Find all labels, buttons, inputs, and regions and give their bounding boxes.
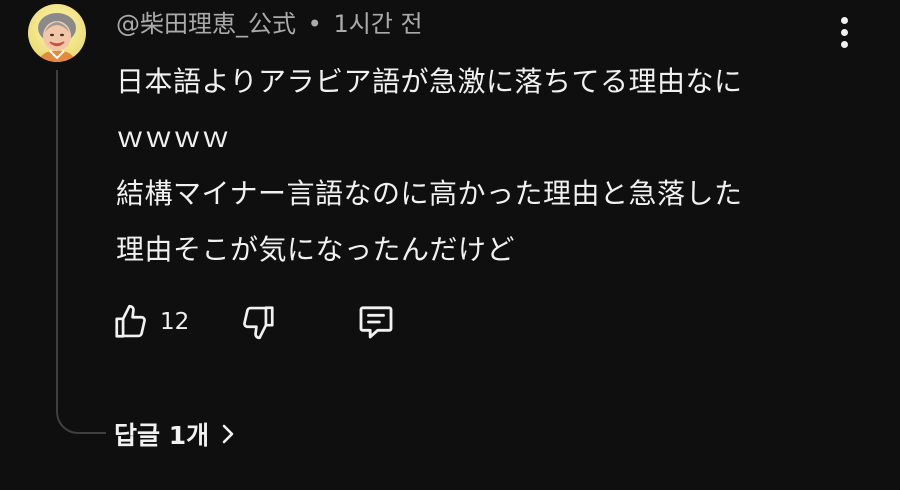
replies-label: 답글 1개 — [114, 421, 210, 450]
comment-text: 日本語よりアラビア語が急激に落ちてる理由なに ｗｗｗｗ 結構マイナー言語なのに高… — [116, 54, 836, 278]
avatar-image — [28, 4, 86, 62]
comment-actions: 12 — [112, 296, 397, 348]
thread-connector-line — [56, 70, 106, 434]
thumb-down-icon — [243, 306, 274, 340]
comment-thread: @柴田理恵_公式 • 1시간 전 日本語よりアラビア語が急激に落ちてる理由なに … — [0, 0, 900, 490]
separator-dot: • — [307, 10, 322, 38]
chevron-right-icon — [222, 424, 234, 444]
comment-text-line: 結構マイナー言語なのに高かった理由と急落した — [116, 177, 743, 210]
dislike-button[interactable] — [239, 303, 277, 341]
reply-button[interactable] — [355, 302, 397, 342]
comment-header: @柴田理恵_公式 • 1시간 전 — [116, 6, 423, 42]
more-vert-icon-dot — [840, 40, 848, 48]
avatar[interactable] — [28, 4, 86, 62]
author-name[interactable]: @柴田理恵_公式 — [116, 10, 296, 38]
view-replies-button[interactable]: 답글 1개 — [114, 412, 237, 456]
more-vert-icon-dot — [840, 28, 848, 36]
thumb-up-icon — [115, 304, 146, 338]
comment-text-line: ｗｗｗｗ — [116, 121, 231, 154]
comment-text-line: 理由そこが気になったんだけど — [116, 233, 516, 266]
more-options-button[interactable] — [826, 12, 862, 52]
comment-icon — [359, 306, 393, 339]
comment-timestamp: 1시간 전 — [333, 10, 423, 38]
more-vert-icon — [840, 16, 848, 24]
like-count: 12 — [160, 309, 190, 335]
comment-text-line: 日本語よりアラビア語が急激に落ちてる理由なに — [116, 65, 743, 98]
like-button[interactable]: 12 — [112, 303, 189, 341]
